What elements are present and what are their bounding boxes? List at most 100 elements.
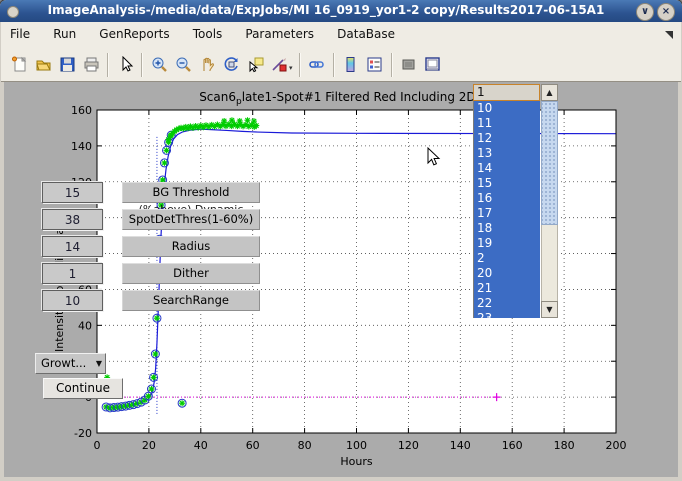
titlebar[interactable]: ImageAnalysis-/media/data/ExpJobs/MI 16_… <box>0 0 682 22</box>
insert-legend-icon[interactable] <box>363 53 387 77</box>
window-menu-icon[interactable] <box>7 6 19 18</box>
scrollbar-down-icon[interactable]: ▼ <box>541 301 558 318</box>
dither-button[interactable]: Dither <box>122 263 260 284</box>
x-tick-label: 200 <box>606 439 627 452</box>
scrollbar-track[interactable] <box>541 225 558 301</box>
list-item[interactable]: 18 <box>474 221 540 236</box>
data-point <box>179 400 185 406</box>
dither-field[interactable]: 1 <box>42 263 103 284</box>
growth-popup-label: Growt... <box>41 356 86 370</box>
data-point <box>151 374 157 380</box>
data-point <box>145 393 151 399</box>
list-item[interactable]: 17 <box>474 206 540 221</box>
hide-plot-tools-icon[interactable] <box>397 53 421 77</box>
bg-threshold-button[interactable]: BG Threshold <box>122 182 260 203</box>
radius-field[interactable]: 14 <box>42 236 103 257</box>
y-tick-label: 160 <box>71 104 92 117</box>
popup-arrow-icon: ▼ <box>96 354 102 374</box>
growth-popup-button[interactable]: Growt... ▼ <box>35 353 106 374</box>
pan-hand-icon[interactable] <box>195 53 219 77</box>
y-tick-label: 140 <box>71 140 92 153</box>
menu-database[interactable]: DataBase <box>328 22 404 41</box>
shade-window-button[interactable]: ∨ <box>636 3 654 21</box>
dropdown-list[interactable]: 10111213141516171819220212223 <box>473 101 540 318</box>
list-item[interactable]: 22 <box>474 296 540 311</box>
x-tick-label: 80 <box>298 439 312 452</box>
list-item[interactable]: 21 <box>474 281 540 296</box>
dropdown-value-field[interactable]: 1 <box>473 84 540 101</box>
list-item[interactable]: 19 <box>474 236 540 251</box>
dock-figure-icon[interactable] <box>421 53 445 77</box>
list-item[interactable]: 14 <box>474 161 540 176</box>
data-point <box>229 117 235 123</box>
menu-file[interactable]: File <box>1 22 39 41</box>
searchrange-field[interactable]: 10 <box>42 290 103 311</box>
zoom-in-icon[interactable] <box>147 53 171 77</box>
spotdetthres-field[interactable]: 38 <box>42 209 103 230</box>
print-figure-icon[interactable] <box>79 53 103 77</box>
x-tick-label: 40 <box>194 439 208 452</box>
y-tick-label: 40 <box>78 319 92 332</box>
brush-dropdown-arrow-icon[interactable]: ▾ <box>289 64 293 72</box>
scrollbar-up-icon[interactable]: ▲ <box>541 84 558 101</box>
data-point <box>164 147 170 153</box>
close-window-button[interactable]: × <box>657 3 675 21</box>
data-point <box>237 118 243 124</box>
data-point <box>245 117 251 123</box>
y-tick-label: -20 <box>74 427 92 440</box>
menu-run[interactable]: Run <box>44 22 85 41</box>
x-tick-label: 180 <box>554 439 575 452</box>
list-item[interactable]: 16 <box>474 191 540 206</box>
menubar: File Run GenReports Tools Parameters Dat… <box>1 22 681 49</box>
open-file-icon[interactable] <box>31 53 55 77</box>
x-axis-label: Hours <box>340 455 372 468</box>
mouse-cursor <box>427 147 441 167</box>
menu-parameters[interactable]: Parameters <box>236 22 323 41</box>
rotate-3d-icon[interactable] <box>219 53 243 77</box>
radius-button[interactable]: Radius <box>122 236 260 257</box>
data-point <box>161 160 167 166</box>
bg-threshold-field[interactable]: 15 <box>42 182 103 203</box>
list-item[interactable]: 15 <box>474 176 540 191</box>
x-tick-label: 120 <box>398 439 419 452</box>
continue-button[interactable]: Continue <box>43 378 123 399</box>
edit-pointer-icon[interactable] <box>113 53 137 77</box>
toolbar-separator <box>141 53 143 77</box>
list-item[interactable]: 20 <box>474 266 540 281</box>
menu-genreports[interactable]: GenReports <box>90 22 178 41</box>
data-cursor-icon[interactable] <box>243 53 267 77</box>
save-figure-icon[interactable] <box>55 53 79 77</box>
menu-overflow-icon[interactable] <box>665 31 673 39</box>
data-point <box>152 351 158 357</box>
menu-tools[interactable]: Tools <box>184 22 232 41</box>
link-plot-icon[interactable] <box>305 53 329 77</box>
x-tick-label: 100 <box>346 439 367 452</box>
window-title: ImageAnalysis-/media/data/ExpJobs/MI 16_… <box>30 3 622 17</box>
list-item[interactable]: 23 <box>474 311 540 318</box>
spotdetthres-button[interactable]: SpotDetThres(1-60%) <box>122 209 260 230</box>
plot-title: Scan6plate1-Spot#1 Filtered Red Includin… <box>199 90 514 107</box>
zoom-out-icon[interactable] <box>171 53 195 77</box>
x-tick-label: 0 <box>94 439 101 452</box>
data-point <box>221 118 227 124</box>
list-item[interactable]: 10 <box>474 101 540 116</box>
x-tick-label: 20 <box>142 439 156 452</box>
searchrange-button[interactable]: SearchRange <box>122 290 260 311</box>
toolbar-separator <box>107 53 109 77</box>
insert-colorbar-icon[interactable] <box>339 53 363 77</box>
toolbar-separator <box>333 53 335 77</box>
x-tick-label: 160 <box>502 439 523 452</box>
new-figure-icon[interactable] <box>7 53 31 77</box>
list-item[interactable]: 11 <box>474 116 540 131</box>
list-item[interactable]: 2 <box>474 251 540 266</box>
list-item[interactable]: 13 <box>474 146 540 161</box>
x-tick-label: 60 <box>246 439 260 452</box>
toolbar-separator <box>391 53 393 77</box>
data-point <box>251 118 257 124</box>
brush-data-icon[interactable] <box>267 53 291 77</box>
figure-toolbar: ▾ <box>1 48 681 82</box>
toolbar-separator <box>299 53 301 77</box>
x-tick-label: 140 <box>450 439 471 452</box>
scrollbar-thumb[interactable] <box>541 101 558 225</box>
list-item[interactable]: 12 <box>474 131 540 146</box>
